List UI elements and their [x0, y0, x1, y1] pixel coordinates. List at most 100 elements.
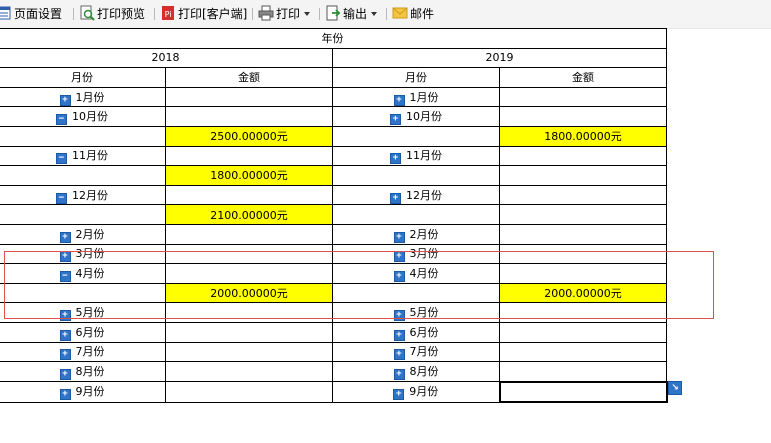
month-cell[interactable]: +9月份: [332, 381, 500, 403]
amount-cell[interactable]: [499, 184, 667, 206]
amount-cell[interactable]: [499, 243, 667, 265]
month-cell[interactable]: [332, 165, 500, 186]
expand-icon[interactable]: +: [59, 251, 71, 263]
amount-cell[interactable]: [165, 243, 333, 265]
amount-cell[interactable]: [499, 223, 667, 245]
month-cell[interactable]: [332, 125, 500, 147]
month-cell[interactable]: +12月份: [332, 184, 500, 206]
month-cell[interactable]: +2月份: [332, 223, 500, 245]
month-cell[interactable]: +2月份: [0, 223, 166, 245]
resize-handle-icon[interactable]: ↘: [668, 381, 682, 395]
table-row: +2月份 +2月份: [0, 223, 667, 245]
amount-cell[interactable]: [499, 165, 667, 186]
print-preview-button[interactable]: 打印预览: [79, 4, 145, 24]
month-cell[interactable]: −10月份: [0, 106, 166, 127]
amount-cell[interactable]: [165, 263, 333, 284]
month-cell[interactable]: +11月份: [332, 145, 500, 167]
month-cell[interactable]: +7月份: [332, 341, 500, 363]
amount-cell[interactable]: [499, 341, 667, 363]
amount-cell[interactable]: [165, 145, 333, 167]
amount-cell[interactable]: [165, 302, 333, 323]
amount-cell[interactable]: 2000.00000元: [499, 282, 667, 304]
amount-cell[interactable]: 2100.00000元: [165, 204, 333, 225]
expand-icon[interactable]: +: [393, 251, 405, 263]
expand-icon[interactable]: +: [59, 231, 71, 243]
expand-icon[interactable]: +: [393, 329, 405, 341]
collapse-icon[interactable]: −: [56, 153, 67, 165]
amount-cell[interactable]: [165, 86, 333, 108]
expand-icon[interactable]: +: [393, 94, 405, 106]
month-cell[interactable]: −11月份: [0, 145, 166, 167]
expand-icon[interactable]: +: [393, 231, 405, 243]
amount-cell[interactable]: 1800.00000元: [165, 165, 333, 186]
expand-icon[interactable]: +: [390, 114, 401, 126]
amount-cell[interactable]: [165, 341, 333, 363]
collapse-icon[interactable]: −: [56, 114, 67, 126]
expand-icon[interactable]: +: [59, 94, 71, 106]
amount-cell[interactable]: [165, 361, 333, 383]
month-cell[interactable]: +10月份: [332, 106, 500, 127]
selected-cell[interactable]: [498, 380, 668, 404]
mail-icon: [392, 5, 408, 21]
chevron-down-icon[interactable]: [304, 12, 311, 16]
amount-cell[interactable]: [165, 223, 333, 245]
amount-cell[interactable]: [165, 184, 333, 206]
amount-cell[interactable]: 1800.00000元: [499, 125, 667, 147]
amount-cell[interactable]: [499, 302, 667, 323]
amount-cell[interactable]: [499, 321, 667, 343]
toolbar-divider: [319, 8, 320, 20]
expand-icon[interactable]: +: [393, 389, 405, 401]
expand-icon[interactable]: +: [59, 310, 71, 322]
amount-cell[interactable]: [499, 145, 667, 167]
amount-cell[interactable]: 2000.00000元: [165, 282, 333, 304]
month-cell[interactable]: [332, 282, 500, 304]
chevron-down-icon[interactable]: [371, 12, 378, 16]
amount-cell[interactable]: [499, 86, 667, 108]
expand-icon[interactable]: +: [393, 310, 405, 322]
amount-cell[interactable]: [499, 106, 667, 127]
month-cell[interactable]: +6月份: [0, 321, 166, 343]
month-cell[interactable]: −4月份: [0, 263, 166, 284]
month-cell[interactable]: [0, 125, 166, 147]
amount-cell[interactable]: [499, 204, 667, 225]
month-cell[interactable]: [0, 282, 166, 304]
mail-button[interactable]: 邮件: [392, 4, 434, 24]
month-cell[interactable]: −12月份: [0, 184, 166, 206]
amount-cell[interactable]: 2500.00000元: [165, 125, 333, 147]
month-cell[interactable]: +7月份: [0, 341, 166, 363]
amount-cell[interactable]: [499, 263, 667, 284]
export-button[interactable]: 输出: [325, 4, 378, 24]
expand-icon[interactable]: +: [393, 270, 405, 282]
month-cell[interactable]: [332, 204, 500, 225]
amount-cell[interactable]: [165, 321, 333, 343]
print-button[interactable]: 打印: [258, 4, 311, 24]
collapse-icon[interactable]: −: [59, 270, 71, 282]
expand-icon[interactable]: +: [393, 369, 405, 381]
expand-icon[interactable]: +: [59, 389, 71, 401]
month-cell[interactable]: +8月份: [0, 361, 166, 383]
month-cell[interactable]: [0, 204, 166, 225]
page-setup-button[interactable]: 页面设置: [0, 4, 62, 24]
month-cell[interactable]: [0, 165, 166, 186]
expand-icon[interactable]: +: [390, 153, 401, 165]
month-cell[interactable]: +1月份: [332, 86, 500, 108]
month-cell[interactable]: +5月份: [332, 302, 500, 323]
expand-icon[interactable]: +: [59, 329, 71, 341]
month-cell[interactable]: +3月份: [0, 243, 166, 265]
collapse-icon[interactable]: −: [56, 192, 67, 204]
expand-icon[interactable]: +: [393, 349, 405, 361]
print-client-button[interactable]: Pi 打印[客户端]: [160, 4, 247, 24]
expand-icon[interactable]: +: [59, 369, 71, 381]
expand-icon[interactable]: +: [59, 349, 71, 361]
amount-cell[interactable]: [499, 361, 667, 383]
month-cell[interactable]: +3月份: [332, 243, 500, 265]
expand-icon[interactable]: +: [390, 192, 401, 204]
month-cell[interactable]: +1月份: [0, 86, 166, 108]
month-cell[interactable]: +5月份: [0, 302, 166, 323]
month-cell[interactable]: +8月份: [332, 361, 500, 383]
month-cell[interactable]: +9月份: [0, 381, 166, 403]
amount-cell[interactable]: [165, 106, 333, 127]
month-cell[interactable]: +4月份: [332, 263, 500, 284]
amount-cell[interactable]: [165, 381, 333, 403]
month-cell[interactable]: +6月份: [332, 321, 500, 343]
